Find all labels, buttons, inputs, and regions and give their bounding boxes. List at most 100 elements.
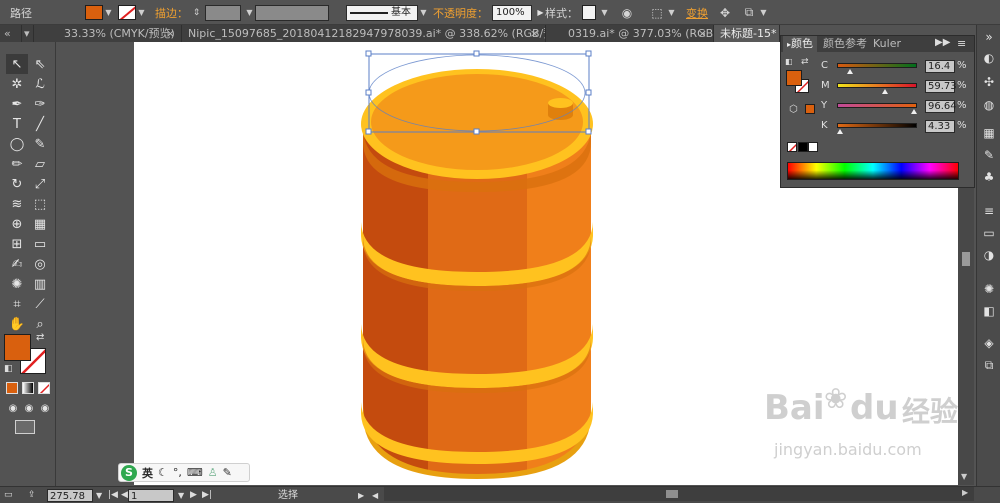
- arrange-dropdown-icon[interactable]: ▼: [759, 5, 768, 20]
- panel-collapse-icon[interactable]: ▶▶: [935, 37, 950, 48]
- close-icon[interactable]: ×: [698, 25, 707, 42]
- magenta-slider-track[interactable]: [837, 83, 917, 88]
- scroll-down-icon[interactable]: ▼: [961, 472, 967, 481]
- cyan-slider-track[interactable]: [837, 63, 917, 68]
- default-colors-icon[interactable]: ◧: [4, 364, 13, 374]
- color-spectrum-bar[interactable]: [787, 162, 959, 180]
- selection-handle[interactable]: [585, 50, 592, 57]
- color-mode-button[interactable]: [6, 382, 18, 394]
- ime-logo-icon[interactable]: S: [121, 464, 137, 481]
- black-value-field[interactable]: 4.33: [925, 120, 955, 133]
- swap-fill-stroke-icon[interactable]: ⇄: [36, 332, 44, 343]
- brushes-panel-icon[interactable]: ✎: [980, 147, 998, 163]
- layers-panel-icon[interactable]: ◈: [980, 335, 998, 351]
- close-icon[interactable]: ×: [166, 25, 175, 42]
- default-fill-stroke-icon[interactable]: ◧: [785, 57, 793, 66]
- hscroll-right-icon[interactable]: ▶: [962, 488, 968, 497]
- black-color-button[interactable]: [798, 142, 808, 152]
- curvature-tool-icon[interactable]: ✑: [29, 94, 51, 114]
- draw-inside-icon[interactable]: ◉: [34, 398, 56, 418]
- gradient-tool-icon[interactable]: ▭: [29, 234, 51, 254]
- magenta-value-field[interactable]: 59.73: [925, 80, 957, 93]
- stroke-label[interactable]: 描边：: [155, 5, 188, 21]
- stroke-dropdown-icon[interactable]: ▼: [137, 5, 146, 20]
- fill-color-swatch[interactable]: [85, 5, 103, 20]
- selection-handle[interactable]: [365, 89, 372, 96]
- arrange-icon[interactable]: ⧉: [740, 4, 758, 22]
- recolor-artwork-icon[interactable]: ◉: [618, 4, 636, 22]
- artboard-tool-icon[interactable]: ⌗: [6, 294, 28, 314]
- magic-wand-tool-icon[interactable]: ✲: [6, 74, 28, 94]
- magenta-slider-thumb[interactable]: [881, 89, 888, 94]
- appearance-panel-icon[interactable]: ✺: [980, 281, 998, 297]
- cyan-value-field[interactable]: 16.4: [925, 60, 955, 73]
- mesh-tool-icon[interactable]: ⊞: [6, 234, 28, 254]
- share-icon[interactable]: ⇪: [28, 489, 36, 502]
- panel-menu-icon[interactable]: ≡: [957, 37, 966, 50]
- dock-collapse-icon[interactable]: »: [980, 29, 998, 45]
- gradient-mode-button[interactable]: [22, 382, 34, 394]
- page-field[interactable]: 1: [128, 489, 174, 502]
- swap-icon[interactable]: ⇄: [801, 57, 809, 67]
- swatches-panel-icon[interactable]: ▦: [980, 125, 998, 141]
- fill-dropdown-icon[interactable]: ▼: [104, 5, 113, 20]
- pen-tool-icon[interactable]: ✒: [6, 94, 28, 114]
- stroke-weight-field[interactable]: [205, 4, 241, 21]
- recolor-icon[interactable]: ◍: [980, 97, 998, 113]
- hand-tool-icon[interactable]: ✋: [6, 314, 28, 334]
- page-dropdown-icon[interactable]: ▼: [178, 489, 184, 502]
- stroke-weight-stepper-icon[interactable]: ⇕: [192, 5, 201, 20]
- panel-fill-swatch[interactable]: [786, 70, 802, 86]
- fill-color-box[interactable]: [4, 334, 31, 361]
- yellow-value-field[interactable]: 96.64: [925, 100, 957, 113]
- perspective-grid-tool-icon[interactable]: ▦: [29, 214, 51, 234]
- vertical-scroll-thumb[interactable]: [962, 252, 970, 266]
- brush-dropdown-icon[interactable]: ▼: [419, 5, 428, 20]
- black-slider-track[interactable]: [837, 123, 917, 128]
- status-menu-icon[interactable]: ▭: [4, 489, 13, 502]
- selection-handle[interactable]: [473, 128, 480, 135]
- selection-handle[interactable]: [585, 89, 592, 96]
- eyedropper-tool-icon[interactable]: ✍: [6, 254, 28, 274]
- yellow-slider-thumb[interactable]: [911, 109, 918, 114]
- graphic-styles-panel-icon[interactable]: ◧: [980, 303, 998, 319]
- transparency-panel-icon[interactable]: ◑: [980, 247, 998, 263]
- ellipse-tool-icon[interactable]: ◯: [6, 134, 28, 154]
- ime-language-toggle[interactable]: 英: [142, 465, 153, 481]
- selection-handle[interactable]: [365, 128, 372, 135]
- opacity-field[interactable]: 100%: [492, 4, 532, 21]
- none-mode-button[interactable]: [38, 382, 50, 394]
- gamut-swatch[interactable]: [805, 104, 815, 114]
- opacity-arrow-icon[interactable]: ▶: [536, 5, 545, 20]
- gradient-panel-icon[interactable]: ▭: [980, 225, 998, 241]
- slice-tool-icon[interactable]: ⟋: [29, 294, 51, 314]
- direct-selection-tool-icon[interactable]: ⇖: [29, 54, 51, 74]
- out-of-gamut-icon[interactable]: ⬡: [789, 104, 798, 115]
- brush-definition-select[interactable]: 基本: [346, 4, 418, 21]
- hscroll-left-icon[interactable]: ◀: [372, 489, 378, 502]
- close-icon[interactable]: ×: [530, 25, 539, 42]
- pencil-tool-icon[interactable]: ✏: [6, 154, 28, 174]
- black-slider-thumb[interactable]: [837, 129, 844, 134]
- tab-document-active[interactable]: 未标题-15* @ 275.78% (CMYK/预览): [714, 25, 780, 42]
- last-page-icon[interactable]: ▶|: [202, 489, 212, 502]
- selection-handle[interactable]: [365, 50, 372, 57]
- align-dropdown-icon[interactable]: ▼: [667, 5, 676, 20]
- moon-icon[interactable]: ☾: [158, 466, 168, 479]
- tab-list-icon[interactable]: ▾: [22, 25, 34, 42]
- artboards-panel-icon[interactable]: ⧉: [980, 357, 998, 373]
- tab-document-3[interactable]: 0319.ai* @ 377.03% (RGB/预览) ×: [546, 25, 714, 42]
- stroke-none-swatch[interactable]: [118, 5, 136, 20]
- zoom-dropdown-icon[interactable]: ▼: [96, 489, 102, 502]
- graphic-style-swatch[interactable]: [582, 5, 596, 20]
- color-guide-icon[interactable]: ✣: [980, 74, 998, 90]
- prev-page-icon[interactable]: ◀: [121, 489, 128, 502]
- first-page-icon[interactable]: |◀: [108, 489, 118, 502]
- type-tool-icon[interactable]: T: [6, 114, 28, 134]
- yellow-slider-track[interactable]: [837, 103, 917, 108]
- warp-tool-icon[interactable]: ≋: [6, 194, 28, 214]
- scale-tool-icon[interactable]: ⤢: [29, 174, 51, 194]
- tab-document-2[interactable]: Nipic_15097685_20180412182947978039.ai* …: [182, 25, 546, 42]
- shape-builder-tool-icon[interactable]: ⊕: [6, 214, 28, 234]
- tab-color[interactable]: ▸颜色: [783, 36, 818, 52]
